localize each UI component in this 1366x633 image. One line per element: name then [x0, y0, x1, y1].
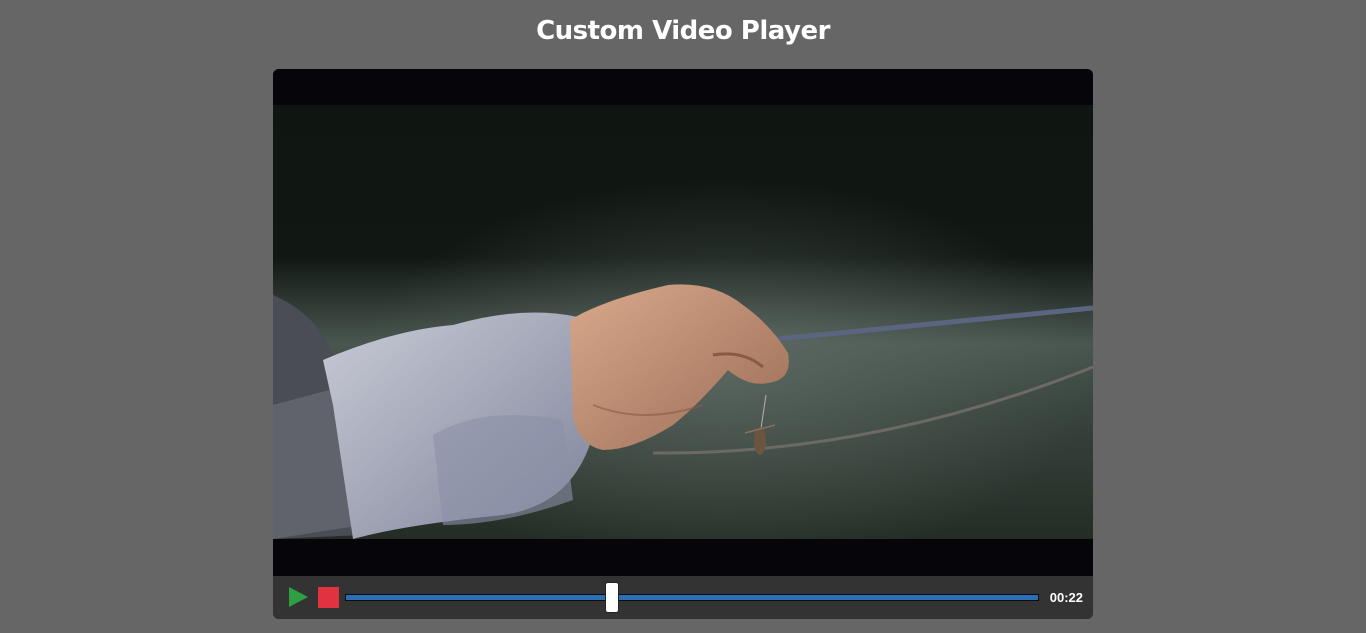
video-frame	[273, 105, 1093, 539]
video-frame-image	[273, 105, 1093, 539]
page-title: Custom Video Player	[536, 16, 830, 46]
play-icon	[289, 587, 308, 607]
time-display: 00:22	[1049, 590, 1083, 605]
progress-bar[interactable]	[345, 582, 1039, 613]
progress-thumb[interactable]	[605, 582, 620, 613]
video-display[interactable]	[273, 69, 1093, 576]
stop-button[interactable]	[318, 587, 339, 608]
play-button[interactable]	[287, 586, 309, 608]
video-player: 00:22	[273, 69, 1093, 619]
controls-bar: 00:22	[273, 576, 1093, 619]
